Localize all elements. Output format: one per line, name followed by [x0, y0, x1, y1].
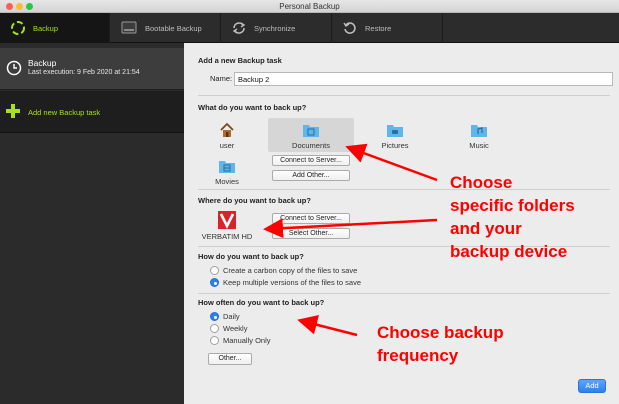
- source-movies-label: Movies: [215, 177, 239, 186]
- section-how-title: How do you want to back up?: [198, 252, 304, 261]
- sync-icon: [232, 22, 246, 34]
- source-movies[interactable]: Movies: [184, 154, 270, 188]
- destination-connect-button[interactable]: Connect to Server...: [272, 213, 350, 224]
- frequency-daily[interactable]: Daily: [210, 311, 240, 322]
- add-task-button[interactable]: Add: [578, 379, 606, 393]
- tab-restore[interactable]: Restore: [332, 13, 443, 43]
- annotation-line: Choose: [450, 173, 513, 192]
- annotation-line: Choose backup: [377, 323, 504, 342]
- annotation-folders-text: Choose specific folders and your backup …: [450, 171, 575, 263]
- destination-label: VERBATIM HD: [201, 232, 253, 241]
- tab-restore-label: Restore: [365, 23, 392, 33]
- tab-synchronize-label: Synchronize: [254, 23, 296, 33]
- frequency-weekly[interactable]: Weekly: [210, 323, 247, 334]
- radio-button[interactable]: [210, 266, 219, 275]
- annotation-line: backup device: [450, 242, 568, 261]
- annotation-line: frequency: [377, 346, 459, 365]
- section-what-title: What do you want to back up?: [198, 103, 307, 112]
- sidebar-task-last-execution: Last execution: 9 Feb 2020 at 21:54: [28, 69, 140, 76]
- name-label: Name:: [210, 74, 233, 83]
- music-folder-icon: [471, 125, 487, 137]
- option-carbon-copy-label: Create a carbon copy of the files to sav…: [223, 266, 358, 275]
- sidebar-task-name: Backup: [28, 58, 57, 68]
- option-multiple-versions-label: Keep multiple versions of the files to s…: [223, 278, 361, 287]
- option-multiple-versions[interactable]: Keep multiple versions of the files to s…: [210, 277, 361, 288]
- source-documents-label: Documents: [292, 141, 330, 150]
- tab-bar: Backup Bootable Backup Synchronize Resto…: [0, 13, 619, 43]
- source-documents[interactable]: Documents: [268, 118, 354, 152]
- connect-to-server-button[interactable]: Connect to Server...: [272, 155, 350, 166]
- section-often-title: How often do you want to back up?: [198, 298, 325, 307]
- pictures-folder-icon: [387, 125, 403, 137]
- frequency-other-button[interactable]: Other...: [208, 353, 252, 365]
- documents-folder-icon: [303, 125, 319, 137]
- divider: [198, 293, 610, 294]
- movies-folder-icon: [219, 161, 235, 173]
- source-pictures-label: Pictures: [381, 141, 409, 150]
- sidebar: Backup Last execution: 9 Feb 2020 at 21:…: [0, 43, 184, 404]
- divider: [198, 95, 610, 96]
- tab-backup-label: Backup: [33, 23, 59, 33]
- plus-icon: [6, 104, 20, 118]
- select-other-button[interactable]: Select Other...: [272, 228, 350, 239]
- frequency-manually-only-label: Manually Only: [223, 336, 271, 345]
- radio-button-selected[interactable]: [210, 312, 219, 321]
- restore-icon: [343, 22, 356, 34]
- tab-bootable-backup[interactable]: Bootable Backup: [110, 13, 221, 43]
- source-music[interactable]: Music: [436, 118, 522, 152]
- option-carbon-copy[interactable]: Create a carbon copy of the files to sav…: [210, 265, 357, 276]
- source-user[interactable]: user: [184, 118, 270, 152]
- verbatim-drive-icon: [218, 211, 236, 229]
- source-pictures[interactable]: Pictures: [352, 118, 438, 152]
- hard-drive-icon: [121, 21, 137, 34]
- frequency-manually-only[interactable]: Manually Only: [210, 335, 271, 346]
- radio-button[interactable]: [210, 324, 219, 333]
- backup-icon: [11, 21, 25, 35]
- section-add-task-title: Add a new Backup task: [198, 56, 282, 65]
- home-icon: [220, 122, 234, 137]
- annotation-line: specific folders: [450, 196, 575, 215]
- destination-verbatim-hd[interactable]: VERBATIM HD: [184, 207, 270, 245]
- tab-bootable-backup-label: Bootable Backup: [145, 23, 202, 33]
- tab-backup[interactable]: Backup: [0, 13, 110, 43]
- annotation-frequency-text: Choose backup frequency: [377, 321, 504, 367]
- add-other-button[interactable]: Add Other...: [272, 170, 350, 181]
- clock-icon: [6, 60, 22, 76]
- radio-button-selected[interactable]: [210, 278, 219, 287]
- section-where-title: Where do you want to back up?: [198, 196, 311, 205]
- source-music-label: Music: [469, 141, 489, 150]
- source-user-label: user: [219, 141, 235, 150]
- frequency-weekly-label: Weekly: [223, 324, 248, 333]
- radio-button[interactable]: [210, 336, 219, 345]
- title-bar: Personal Backup: [0, 0, 619, 13]
- add-backup-task-label: Add new Backup task: [28, 108, 101, 117]
- sidebar-task-backup[interactable]: Backup Last execution: 9 Feb 2020 at 21:…: [0, 48, 184, 90]
- task-name-input[interactable]: [234, 72, 613, 86]
- add-backup-task-button[interactable]: Add new Backup task: [0, 91, 184, 133]
- window-title: Personal Backup: [279, 2, 340, 11]
- tab-synchronize[interactable]: Synchronize: [221, 13, 332, 43]
- annotation-line: and your: [450, 219, 522, 238]
- frequency-daily-label: Daily: [223, 312, 240, 321]
